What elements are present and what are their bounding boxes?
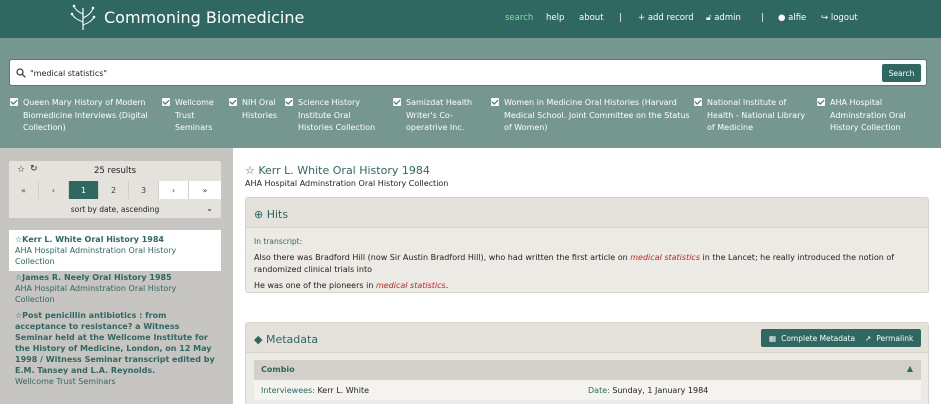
collection-filter-nlm[interactable]: National Institute of Health - National … — [694, 97, 812, 135]
nav-logout[interactable]: ↪ logout — [821, 13, 858, 23]
results-pager: ☆ ↻ 25 results « ‹ 1 2 3 › » sort by dat… — [9, 161, 221, 218]
collection-filter-aha[interactable]: AHA Hospital Adminstration Oral History … — [817, 97, 927, 135]
checkbox-icon[interactable] — [491, 98, 499, 106]
crosshair-icon: ⊕ — [254, 208, 264, 221]
hits-header: ⊕ Hits — [246, 198, 928, 228]
combio-section-header[interactable]: Combio ▲ — [254, 360, 921, 380]
top-navbar: Commoning Biomedicine search help about … — [0, 0, 941, 38]
nav-add-record[interactable]: + add record — [638, 13, 694, 23]
result-item[interactable]: ☆Kerr L. White Oral History 1984 AHA Hos… — [9, 230, 221, 271]
nav-about[interactable]: about — [579, 13, 604, 23]
hits-panel: ⊕ Hits In transcript: Also there was Bra… — [245, 197, 929, 293]
checkbox-icon[interactable] — [694, 98, 702, 106]
search-box: Search — [9, 59, 927, 86]
nav-help[interactable]: help — [546, 13, 564, 23]
nav-separator-2: | — [761, 13, 764, 23]
result-item[interactable]: ☆James R. Neely Oral History 1985 AHA Ho… — [9, 272, 221, 305]
page-3[interactable]: 3 — [129, 181, 159, 199]
results-count: 25 results — [94, 166, 136, 176]
record-title: ☆ Kerr L. White Oral History 1984 — [245, 164, 430, 177]
nav-admin[interactable]: 🔓︎ admin — [706, 13, 741, 23]
search-input[interactable] — [30, 65, 830, 81]
caret-up-icon: ▲ — [906, 364, 913, 373]
permalink-button[interactable]: ↗ Permalink — [857, 329, 922, 347]
search-area: Search Queen Mary History of Modern Biom… — [0, 38, 941, 148]
collection-filter-samizdat[interactable]: Samizdat Health Writer's Co-operatrive I… — [393, 97, 485, 135]
page-next[interactable]: › — [159, 181, 189, 199]
checkbox-icon[interactable] — [817, 98, 825, 106]
metadata-panel: ◆ Metadata ▦ Complete Metadata ↗ Permali… — [245, 322, 929, 404]
complete-metadata-button[interactable]: ▦ Complete Metadata — [761, 329, 864, 347]
star-icon[interactable]: ☆ — [245, 164, 255, 177]
search-icon — [16, 68, 26, 78]
collection-filter-wellcome[interactable]: Wellcome Trust Seminars — [162, 97, 224, 135]
lock-icon: 🔓︎ — [706, 13, 715, 23]
logo-icon[interactable] — [68, 4, 98, 32]
sort-select[interactable]: sort by date, ascending ⌄ — [9, 204, 221, 214]
metadata-row: Interviewees: Kerr L. White Date: Sunday… — [254, 380, 921, 400]
nav-separator: | — [619, 13, 622, 23]
collection-filter-women-in-medicine[interactable]: Women in Medicine Oral Histories (Harvar… — [491, 97, 691, 135]
page-last[interactable]: » — [189, 181, 221, 199]
page-first[interactable]: « — [9, 181, 39, 199]
hit-snippet: Also there was Bradford Hill (now Sir Au… — [254, 253, 895, 274]
record-view: ☆ Kerr L. White Oral History 1984 AHA Ho… — [233, 148, 941, 404]
page-prev[interactable]: ‹ — [39, 181, 69, 199]
hits-label: In transcript: — [254, 237, 303, 246]
pagination: « ‹ 1 2 3 › » — [9, 181, 221, 199]
user-icon: ● — [778, 13, 789, 23]
nav-search[interactable]: search — [505, 13, 533, 23]
collection-filter-qmul[interactable]: Queen Mary History of Modern Biomedicine… — [10, 97, 160, 135]
results-pane: ☆ ↻ 25 results « ‹ 1 2 3 › » sort by dat… — [0, 148, 233, 404]
nav-user[interactable]: ● alfie — [778, 13, 806, 23]
collection-filter-shi[interactable]: Science History Institute Oral Histories… — [285, 97, 387, 135]
collection-filter-nih[interactable]: NIH Oral Histories — [229, 97, 284, 122]
brand-name[interactable]: Commoning Biomedicine — [104, 8, 304, 27]
checkbox-icon[interactable] — [10, 98, 18, 106]
table-icon: ▦ — [769, 333, 777, 343]
record-collection: AHA Hospital Adminstration Oral History … — [245, 179, 449, 188]
page-2[interactable]: 2 — [99, 181, 129, 199]
hits-body: In transcript: Also there was Bradford H… — [246, 228, 928, 300]
search-button[interactable]: Search — [882, 64, 921, 82]
logout-icon: ↪ — [821, 13, 831, 23]
checkbox-icon[interactable] — [162, 98, 170, 106]
hit-snippet: He was one of the pioneers in medical st… — [254, 281, 449, 290]
checkbox-icon[interactable] — [229, 98, 237, 106]
tag-icon: ◆ — [254, 333, 263, 346]
result-item[interactable]: ☆Post penicillin antibiotics : from acce… — [9, 310, 221, 387]
page-1[interactable]: 1 — [69, 181, 99, 199]
checkbox-icon[interactable] — [285, 98, 293, 106]
checkbox-icon[interactable] — [393, 98, 401, 106]
external-link-icon: ↗ — [865, 333, 872, 343]
chevron-down-icon: ⌄ — [206, 204, 213, 213]
